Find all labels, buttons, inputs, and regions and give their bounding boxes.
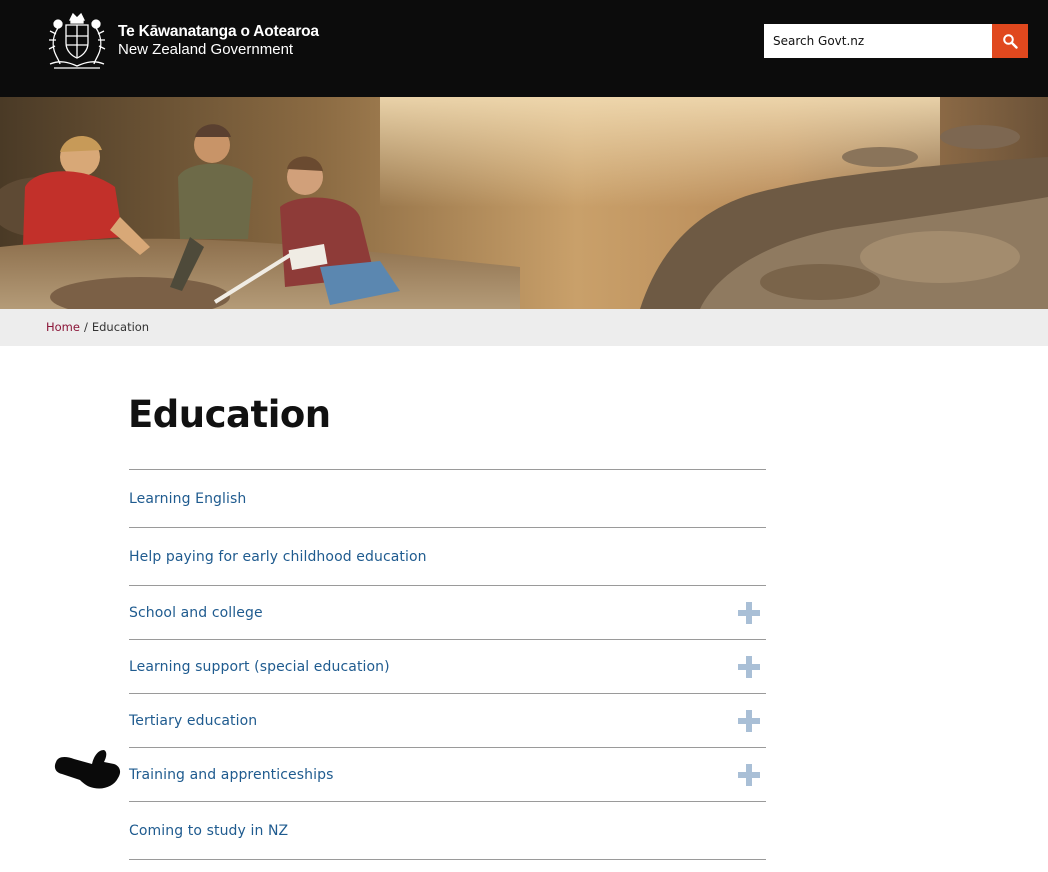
list-item-label: Tertiary education <box>129 712 258 729</box>
education-topic-list: Learning English Help paying for early c… <box>129 469 766 860</box>
expand-plus-icon[interactable] <box>738 655 760 678</box>
page-title: Education <box>128 393 331 436</box>
list-item-training-and-apprenticeships[interactable]: Training and apprenticeships <box>129 748 766 802</box>
breadcrumb: Home / Education <box>46 320 149 334</box>
list-item-label: Training and apprenticeships <box>129 766 334 783</box>
list-item-tertiary-education[interactable]: Tertiary education <box>129 694 766 748</box>
hero-image <box>0 97 1048 309</box>
expand-plus-icon[interactable] <box>738 763 760 786</box>
list-item-learning-support[interactable]: Learning support (special education) <box>129 640 766 694</box>
govt-logo[interactable]: Te Kāwanatanga o Aotearoa New Zealand Go… <box>44 10 319 72</box>
list-item-label: School and college <box>129 604 263 621</box>
breadcrumb-current: Education <box>91 320 150 334</box>
logo-subtitle: New Zealand Government <box>118 41 294 58</box>
list-item-coming-to-study[interactable]: Coming to study in NZ <box>129 802 766 860</box>
list-item-label: Learning support (special education) <box>129 658 390 675</box>
search-input[interactable] <box>764 24 992 58</box>
list-item-label: Coming to study in NZ <box>129 822 289 839</box>
logo-title: Te Kāwanatanga o Aotearoa <box>118 23 319 40</box>
list-item-learning-english[interactable]: Learning English <box>129 470 766 528</box>
pointing-hand-icon <box>54 750 121 789</box>
search-form <box>764 24 1028 58</box>
expand-plus-icon[interactable] <box>738 709 760 732</box>
hero-photo <box>0 97 1048 309</box>
list-item-early-childhood[interactable]: Help paying for early childhood educatio… <box>129 528 766 586</box>
search-icon <box>1003 34 1018 49</box>
list-item-school-and-college[interactable]: School and college <box>129 586 766 640</box>
list-item-label: Learning English <box>129 490 247 507</box>
breadcrumb-separator: / <box>83 320 88 334</box>
search-button[interactable] <box>992 24 1028 58</box>
expand-plus-icon[interactable] <box>738 601 760 624</box>
site-header: Te Kāwanatanga o Aotearoa New Zealand Go… <box>0 0 1048 97</box>
breadcrumb-bar: Home / Education <box>0 309 1048 346</box>
breadcrumb-home-link[interactable]: Home <box>46 320 80 334</box>
list-item-label: Help paying for early childhood educatio… <box>129 548 427 565</box>
nz-coat-of-arms-icon <box>48 12 106 69</box>
